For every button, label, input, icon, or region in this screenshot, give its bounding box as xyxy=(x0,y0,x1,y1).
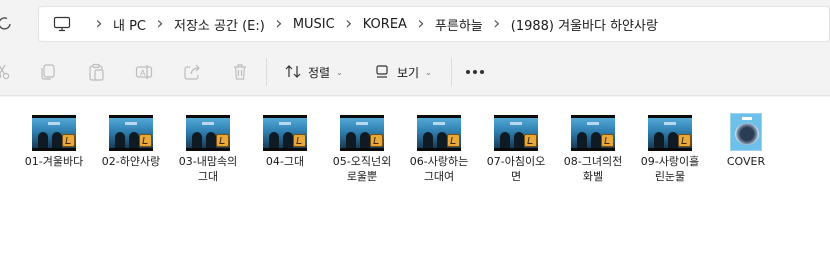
file-item[interactable]: 09-사랑이흘린눈물 xyxy=(637,115,703,184)
audio-file-thumbnail xyxy=(648,115,692,151)
file-name: 02-하얀사랑 xyxy=(101,155,161,168)
command-bar: A 정렬 ⌄ 보기 ⌄ xyxy=(0,48,830,96)
chevron-right-icon[interactable] xyxy=(87,16,111,32)
file-item[interactable]: 07-아침이오면 xyxy=(483,115,549,184)
audio-file-thumbnail xyxy=(263,115,307,151)
sort-icon xyxy=(285,65,301,78)
image-file-thumbnail xyxy=(730,113,762,151)
file-item[interactable]: 02-하얀사랑 xyxy=(98,115,164,169)
audio-file-thumbnail xyxy=(494,115,538,151)
view-button[interactable]: 보기 ⌄ xyxy=(373,60,432,84)
audio-file-thumbnail xyxy=(109,115,153,151)
chevron-down-icon: ⌄ xyxy=(425,67,432,77)
breadcrumb-item-artist[interactable]: 푸른하늘 xyxy=(433,15,485,34)
chevron-right-icon[interactable] xyxy=(267,16,291,32)
chevron-down-icon: ⌄ xyxy=(336,67,343,77)
share-icon[interactable] xyxy=(182,62,202,82)
cut-icon[interactable] xyxy=(0,62,12,82)
music-badge-icon xyxy=(216,134,229,147)
paste-icon[interactable] xyxy=(86,62,106,82)
chevron-right-icon[interactable] xyxy=(148,16,172,32)
music-badge-icon xyxy=(447,134,460,147)
file-name: 01-겨울바다 xyxy=(24,155,84,168)
file-name: 07-아침이오면 xyxy=(486,155,546,183)
music-badge-icon xyxy=(370,134,383,147)
file-item[interactable]: COVER xyxy=(713,113,779,169)
breadcrumb-item-drive[interactable]: 저장소 공간 (E:) xyxy=(172,15,267,34)
audio-file-thumbnail xyxy=(571,115,615,151)
music-badge-icon xyxy=(601,134,614,147)
breadcrumb: 내 PC 저장소 공간 (E:) MUSIC KOREA 푸른하늘 (1988)… xyxy=(87,7,660,41)
audio-file-thumbnail xyxy=(340,115,384,151)
breadcrumb-item-music[interactable]: MUSIC xyxy=(291,17,337,32)
computer-icon[interactable] xyxy=(53,16,71,32)
chevron-right-icon[interactable] xyxy=(485,16,509,32)
chevron-right-icon[interactable] xyxy=(409,16,433,32)
file-name: COVER xyxy=(726,155,766,168)
file-item[interactable]: 03-내맘속의그대 xyxy=(175,115,241,184)
chevron-right-icon[interactable] xyxy=(337,16,361,32)
breadcrumb-item-album[interactable]: (1988) 겨울바다 하얀사랑 xyxy=(509,15,660,34)
delete-icon[interactable] xyxy=(230,62,250,82)
sort-button[interactable]: 정렬 ⌄ xyxy=(284,60,343,84)
file-name: 08-그녀의전화벨 xyxy=(563,155,623,183)
copy-icon[interactable] xyxy=(38,62,58,82)
breadcrumb-item-my-pc[interactable]: 내 PC xyxy=(111,15,148,34)
file-name: 06-사랑하는그대여 xyxy=(409,155,469,183)
file-name: 09-사랑이흘린눈물 xyxy=(640,155,700,183)
audio-file-thumbnail xyxy=(417,115,461,151)
view-label: 보기 xyxy=(397,65,420,80)
more-options-icon[interactable] xyxy=(466,70,486,76)
toolbar-divider xyxy=(266,58,267,86)
audio-file-thumbnail xyxy=(186,115,230,151)
address-row: 내 PC 저장소 공간 (E:) MUSIC KOREA 푸른하늘 (1988)… xyxy=(0,0,830,48)
sort-label: 정렬 xyxy=(308,65,331,80)
file-list-pane: 01-겨울바다 02-하얀사랑 03-내맘속의그대 04-그대 05-오직넌외로… xyxy=(0,97,830,253)
breadcrumb-item-korea[interactable]: KOREA xyxy=(361,17,409,32)
file-item[interactable]: 06-사랑하는그대여 xyxy=(406,115,472,184)
address-bar[interactable]: 내 PC 저장소 공간 (E:) MUSIC KOREA 푸른하늘 (1988)… xyxy=(38,6,830,42)
toolbar-divider xyxy=(451,58,452,86)
file-item[interactable]: 08-그녀의전화벨 xyxy=(560,115,626,184)
music-badge-icon xyxy=(139,134,152,147)
music-badge-icon xyxy=(62,134,75,147)
file-name: 03-내맘속의그대 xyxy=(178,155,238,183)
file-item[interactable]: 04-그대 xyxy=(252,115,318,169)
file-name: 05-오직넌외로울뿐 xyxy=(332,155,392,183)
refresh-icon[interactable] xyxy=(0,15,12,31)
audio-file-thumbnail xyxy=(32,115,76,151)
file-name: 04-그대 xyxy=(265,155,305,168)
rename-icon[interactable]: A xyxy=(134,62,154,82)
music-badge-icon xyxy=(678,134,691,147)
music-badge-icon xyxy=(524,134,537,147)
file-item[interactable]: 01-겨울바다 xyxy=(21,115,87,169)
svg-text:A: A xyxy=(140,69,146,78)
file-item[interactable]: 05-오직넌외로울뿐 xyxy=(329,115,395,184)
view-icon xyxy=(376,65,388,78)
music-badge-icon xyxy=(293,134,306,147)
